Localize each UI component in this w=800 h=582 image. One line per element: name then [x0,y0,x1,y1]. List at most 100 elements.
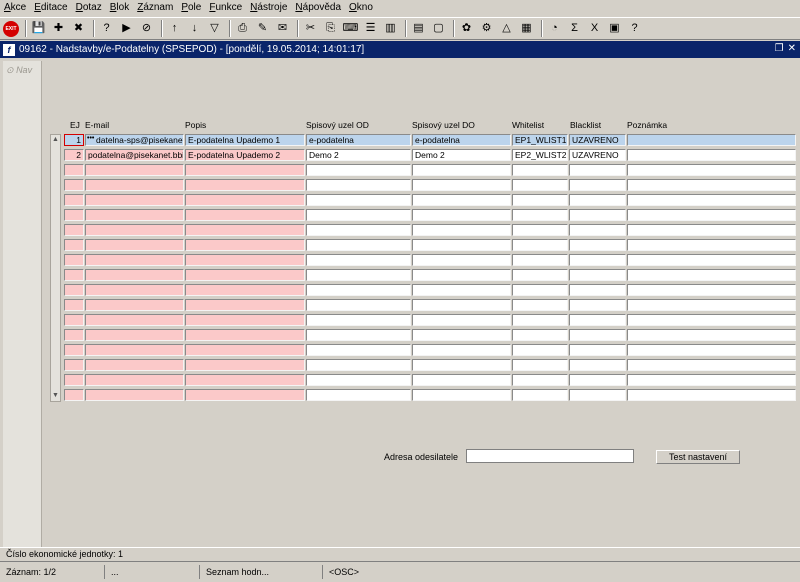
exit-icon[interactable]: EXIT [3,20,19,37]
cell-poznamka[interactable] [627,254,796,266]
cell-blacklist[interactable] [569,164,626,176]
cell-whitelist[interactable] [512,194,568,206]
menu-item-4[interactable]: Záznam [133,0,177,16]
vertical-scrollbar[interactable]: ▲ ▼ [50,134,61,402]
cell-email[interactable] [85,284,184,296]
cell-ej[interactable] [64,224,84,236]
cell-email[interactable] [85,344,184,356]
cell-popis[interactable] [185,314,305,326]
cell-od[interactable] [306,314,411,326]
cell-email[interactable] [85,239,184,251]
cell-popis[interactable] [185,239,305,251]
cell-whitelist[interactable] [512,344,568,356]
cell-od[interactable] [306,269,411,281]
cell-whitelist[interactable] [512,314,568,326]
cut-icon[interactable]: ✂ [302,20,319,37]
cell-popis[interactable] [185,284,305,296]
cell-poznamka[interactable] [627,209,796,221]
cell-do[interactable] [412,164,511,176]
cell-od[interactable] [306,164,411,176]
cell-popis[interactable] [185,254,305,266]
cell-blacklist[interactable] [569,179,626,191]
cell-od[interactable] [306,389,411,401]
execute-query-icon[interactable]: ▶ [118,20,135,37]
cell-ej[interactable] [64,329,84,341]
paste-icon[interactable]: ⌨ [342,20,359,37]
cell-do[interactable] [412,359,511,371]
cell-ej[interactable] [64,299,84,311]
cell-od[interactable] [306,239,411,251]
cell-ej[interactable] [64,344,84,356]
menu-item-8[interactable]: Nápověda [291,0,345,16]
cell-blacklist[interactable] [569,329,626,341]
cell-do[interactable] [412,344,511,356]
cell-od[interactable] [306,344,411,356]
cell-popis[interactable]: E-podatelna Upademo 2 [185,149,305,161]
cell-do[interactable] [412,329,511,341]
delete-record-icon[interactable]: ✖ [70,20,87,37]
test-settings-button[interactable]: Test nastavení [656,450,740,464]
cell-whitelist[interactable] [512,374,568,386]
cell-od[interactable] [306,284,411,296]
menu-item-5[interactable]: Pole [177,0,205,16]
cell-poznamka[interactable] [627,269,796,281]
cell-poznamka[interactable] [627,134,796,146]
cell-blacklist[interactable] [569,314,626,326]
cell-blacklist[interactable] [569,209,626,221]
cell-blacklist[interactable] [569,194,626,206]
menu-item-3[interactable]: Blok [106,0,133,16]
cell-od[interactable] [306,179,411,191]
cell-ej[interactable] [64,209,84,221]
cell-poznamka[interactable] [627,179,796,191]
filter-icon[interactable]: ▽ [206,20,223,37]
cell-blacklist[interactable] [569,284,626,296]
scroll-up-icon[interactable]: ▲ [51,135,60,145]
cell-od[interactable] [306,359,411,371]
cell-od[interactable]: Demo 2 [306,149,411,161]
columns-icon[interactable]: ▥ [382,20,399,37]
cell-email[interactable] [85,179,184,191]
menu-item-6[interactable]: Funkce [205,0,246,16]
cell-popis[interactable] [185,344,305,356]
sort-desc-icon[interactable]: ↓ [186,20,203,37]
cell-poznamka[interactable] [627,344,796,356]
cell-popis[interactable] [185,374,305,386]
report-icon[interactable]: ▤ [410,20,427,37]
cell-whitelist[interactable] [512,179,568,191]
cell-do[interactable] [412,239,511,251]
cell-popis[interactable] [185,329,305,341]
cell-poznamka[interactable] [627,374,796,386]
cell-blacklist[interactable] [569,359,626,371]
cell-whitelist[interactable] [512,269,568,281]
cell-ej[interactable] [64,374,84,386]
help-icon[interactable]: ? [626,20,643,37]
cell-ej[interactable] [64,254,84,266]
cell-do[interactable] [412,179,511,191]
cell-od[interactable] [306,224,411,236]
cell-whitelist[interactable] [512,299,568,311]
cell-email[interactable]: podatelna@pisekanet.bbi [85,149,184,161]
cell-ej[interactable] [64,314,84,326]
cell-blacklist[interactable]: UZAVRENO [569,134,626,146]
cell-ej[interactable] [64,179,84,191]
cell-blacklist[interactable] [569,239,626,251]
new-record-icon[interactable]: ✚ [50,20,67,37]
attachment-icon[interactable]: ✎ [254,20,271,37]
document-icon[interactable]: ▢ [430,20,447,37]
cell-blacklist[interactable] [569,224,626,236]
cell-poznamka[interactable] [627,239,796,251]
copy-icon[interactable]: ⎘ [322,20,339,37]
cell-popis[interactable]: E-podatelna Upademo 1 [185,134,305,146]
restore-icon[interactable]: ❐ [775,43,784,54]
cell-email[interactable] [85,194,184,206]
menu-item-1[interactable]: Editace [30,0,71,16]
cell-poznamka[interactable] [627,164,796,176]
cell-poznamka[interactable] [627,359,796,371]
print-icon[interactable]: ⎙ [234,20,251,37]
cell-do[interactable] [412,314,511,326]
cell-email[interactable] [85,269,184,281]
cell-poznamka[interactable] [627,329,796,341]
cell-whitelist[interactable] [512,389,568,401]
cell-ej[interactable] [64,164,84,176]
navigation-panel[interactable]: ⊙ Nav [3,61,42,547]
